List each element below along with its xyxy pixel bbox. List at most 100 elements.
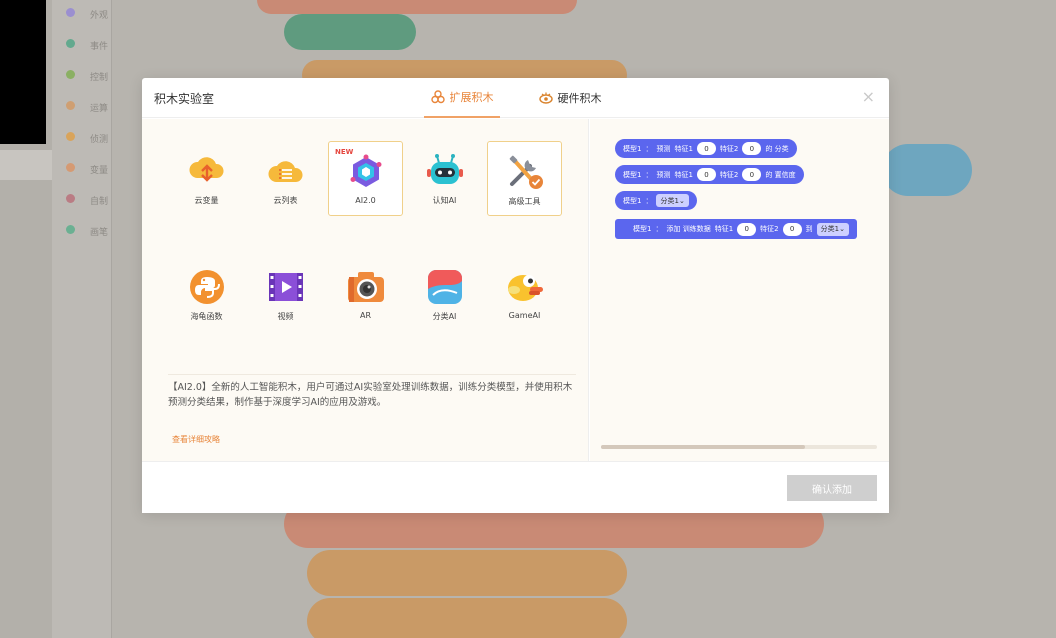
block-input: 0 xyxy=(696,168,716,181)
preview-block-class-value: 模型1：分类1 ⌄ xyxy=(615,191,697,210)
block-text: 特征2 xyxy=(719,170,739,179)
block-input: 0 xyxy=(742,168,762,181)
block-text: 特征2 xyxy=(760,225,779,233)
dropdown-value: 分类1 xyxy=(660,196,679,205)
category-dot xyxy=(66,225,75,234)
confirm-add-button[interactable]: 确认添加 xyxy=(787,475,877,501)
cloud-variable-icon xyxy=(187,151,227,191)
tools-icon xyxy=(505,152,545,192)
bg-block xyxy=(882,144,972,196)
block-input: 0 xyxy=(782,222,802,236)
extension-item-ar[interactable]: AR xyxy=(328,257,403,332)
block-input: 0 xyxy=(742,142,762,155)
dialog-title: 积木实验室 xyxy=(154,92,215,106)
tab-label: 硬件积木 xyxy=(557,92,602,105)
robot-icon xyxy=(425,151,465,191)
camera-icon xyxy=(346,267,386,307)
extension-item-turtle[interactable]: 海龟函数 xyxy=(169,257,244,332)
category-label: 变量 xyxy=(90,166,109,176)
stage-preview xyxy=(0,0,46,144)
dropdown-value: 分类1 xyxy=(820,225,840,233)
extension-item-label: 认知AI xyxy=(432,196,457,205)
category-dot xyxy=(66,70,75,79)
block-text: 特征1 xyxy=(714,225,734,233)
block-text: 模型1 xyxy=(633,225,652,233)
block-text: ： xyxy=(655,225,663,233)
extension-item-cloud-list[interactable]: 云列表 xyxy=(248,141,323,216)
tab-hardware[interactable]: 硬件积木 xyxy=(535,78,605,118)
extension-item-label: 分类AI xyxy=(432,312,457,321)
block-text: 模型1 xyxy=(623,196,642,205)
stage-toolbar xyxy=(0,150,52,180)
preview-block-predict-class: 模型1：预测 特征1 0 特征2 0 的 分类 xyxy=(615,139,797,158)
extension-item-classify-ai[interactable]: 分类AI xyxy=(407,257,482,332)
extension-item-label: GameAI xyxy=(508,311,541,320)
extension-description: 【AI2.0】全新的人工智能积木，用户可通过AI实验室处理训练数据，训练分类模型… xyxy=(168,374,576,410)
extension-item-label: AI2.0 xyxy=(355,196,376,205)
scrollbar-thumb[interactable] xyxy=(601,445,805,449)
category-sidebar: 外观 事件 控制 运算 侦测 变量 自制 画笔 xyxy=(52,0,112,638)
new-badge: NEW xyxy=(335,148,354,156)
extension-list-panel: 云变量 云列表 NEW AI2.0 认知AI 高级工具 海龟函数 视频 AR 分… xyxy=(142,119,589,461)
extension-item-game-ai[interactable]: GameAI xyxy=(487,257,562,332)
category-dot xyxy=(66,101,75,110)
chevron-down-icon: ⌄ xyxy=(678,196,685,205)
category-dot xyxy=(66,163,75,172)
category-dot xyxy=(66,194,75,203)
extension-item-cloud-variable[interactable]: 云变量 xyxy=(169,141,244,216)
category-label: 控制 xyxy=(90,73,109,83)
block-text: 特征2 xyxy=(719,144,739,153)
extension-item-label: 云列表 xyxy=(273,196,298,205)
block-input: 0 xyxy=(737,222,757,236)
category-label: 事件 xyxy=(90,42,109,52)
class-dropdown: 分类1 ⌄ xyxy=(816,222,849,236)
extension-item-label: 高级工具 xyxy=(508,197,541,206)
extension-item-ai2[interactable]: NEW AI2.0 xyxy=(328,141,403,216)
tab-label: 扩展积木 xyxy=(449,91,494,104)
dialog-header: 积木实验室 扩展积木 硬件积木 × xyxy=(142,78,889,118)
category-label: 外观 xyxy=(90,11,109,21)
block-text: 的 分类 xyxy=(765,144,789,153)
tab-extensions[interactable]: 扩展积木 xyxy=(424,78,500,118)
block-text: 特征1 xyxy=(674,170,693,179)
bg-block xyxy=(284,14,416,50)
extension-item-label: 视频 xyxy=(277,312,294,321)
category-dot xyxy=(66,132,75,141)
block-text: 特征1 xyxy=(674,144,693,153)
category-label: 自制 xyxy=(90,197,109,207)
bg-block xyxy=(307,550,627,596)
category-label: 画笔 xyxy=(90,228,109,238)
ai-hexagon-icon xyxy=(346,152,386,192)
dialog-footer: 确认添加 xyxy=(142,461,889,513)
preview-block-add-training-data: 模型1：添加 训练数据 特征1 0 特征2 0 到分类1 ⌄ xyxy=(615,219,857,239)
block-preview-panel: 模型1：预测 特征1 0 特征2 0 的 分类 模型1：预测 特征1 0 特征2 0 的 置信度 模… xyxy=(590,119,889,461)
preview-scrollbar[interactable] xyxy=(601,445,877,449)
extension-item-cognitive-ai[interactable]: 认知AI xyxy=(407,141,482,216)
class-dropdown: 分类1 ⌄ xyxy=(656,194,689,207)
block-text: 模型1 xyxy=(623,144,642,153)
guide-link[interactable]: 查看详细攻略 xyxy=(172,434,220,445)
extension-icon xyxy=(430,90,445,104)
category-label: 侦测 xyxy=(90,135,109,145)
classify-icon xyxy=(425,267,465,307)
block-lab-dialog: 积木实验室 扩展积木 硬件积木 × 云变量 云列表 NEW AI2.0 认知AI… xyxy=(142,78,889,513)
close-icon[interactable]: × xyxy=(862,89,875,105)
extension-item-label: 海龟函数 xyxy=(190,312,223,321)
block-text: 预测 xyxy=(656,144,671,153)
extension-item-label: AR xyxy=(359,311,372,320)
category-dot xyxy=(66,8,75,17)
category-label: 运算 xyxy=(90,104,109,114)
block-text: 预测 xyxy=(656,170,671,179)
chevron-down-icon: ⌄ xyxy=(839,225,845,233)
python-icon xyxy=(187,267,227,307)
block-input: 0 xyxy=(696,142,716,155)
category-dot xyxy=(66,39,75,48)
hardware-eye-icon xyxy=(538,92,553,104)
preview-block-predict-confidence: 模型1：预测 特征1 0 特征2 0 的 置信度 xyxy=(615,165,804,184)
block-text: ： xyxy=(645,196,653,205)
extension-item-video[interactable]: 视频 xyxy=(248,257,323,332)
extension-item-advanced-tools[interactable]: 高级工具 xyxy=(487,141,562,216)
cloud-list-icon xyxy=(266,151,306,191)
bird-icon xyxy=(505,267,545,307)
video-icon xyxy=(266,267,306,307)
